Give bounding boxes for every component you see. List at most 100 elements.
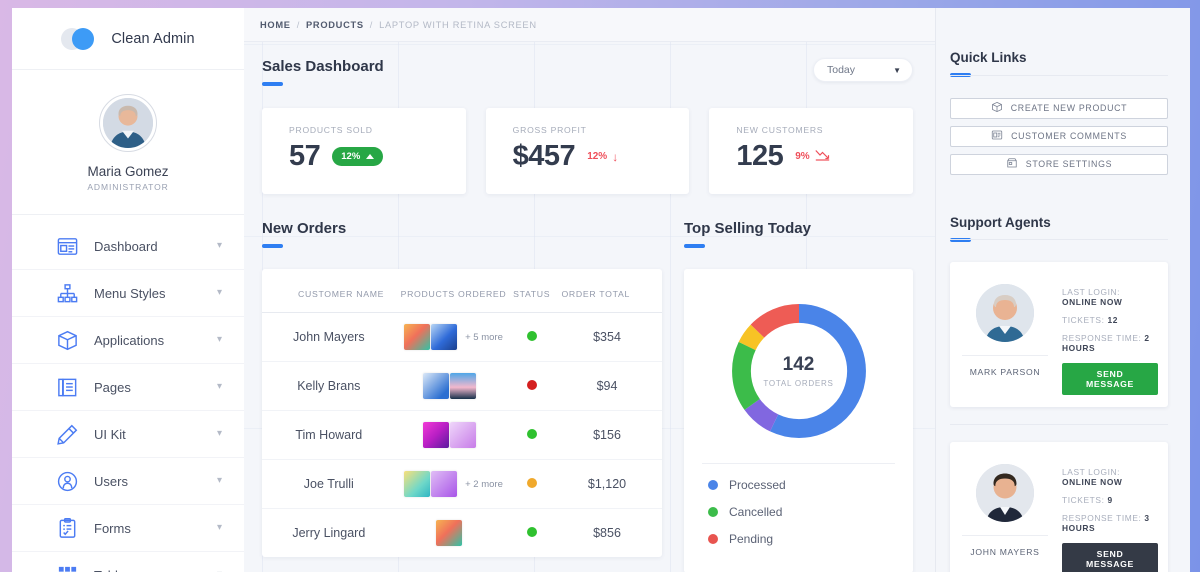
dashboard-body: Sales Dashboard Today ▼ PRODUCTS SOLD 57…: [244, 42, 935, 572]
column-header-customer: CUSTOMER NAME: [262, 269, 396, 313]
arrow-down-icon: ↓: [612, 149, 619, 164]
legend-label: Pending: [729, 532, 774, 546]
sidebar-item-dashboard[interactable]: Dashboard ▾: [12, 223, 244, 270]
title-underline: [684, 244, 705, 248]
legend-dot: [708, 480, 718, 490]
left-sidebar: Clean Admin Maria Gomez ADMINISTRATOR Da…: [12, 8, 244, 572]
sidebar-item-pages[interactable]: Pages ▾: [12, 364, 244, 411]
period-select-value: Today: [827, 64, 856, 76]
divider: [950, 239, 1168, 240]
kpi-delta: 12%: [341, 151, 361, 162]
column-header-status: STATUS: [511, 269, 553, 313]
agent-response-time-line: RESPONSE TIME: 2 HOURS: [1062, 333, 1158, 353]
table-header-row: CUSTOMER NAME PRODUCTS ORDERED STATUS OR…: [262, 269, 662, 313]
create-new-product-button[interactable]: CREATE NEW PRODUCT: [950, 97, 1168, 119]
chevron-down-icon: ▾: [216, 240, 222, 251]
send-message-button[interactable]: SEND MESSAGE: [1062, 543, 1158, 572]
send-message-button[interactable]: SEND MESSAGE: [1062, 363, 1158, 395]
cell-total: $1,120: [552, 459, 662, 509]
total-orders-label: TOTAL ORDERS: [763, 379, 834, 388]
sidebar-item-menu-styles[interactable]: Menu Styles ▾: [12, 270, 244, 317]
table-row[interactable]: John Mayers + 5 more $354: [262, 312, 662, 362]
sidebar-item-label: Pages: [94, 379, 131, 395]
agent-photo-box: JOHN MAYERS: [962, 454, 1048, 557]
chevron-down-icon: ▼: [893, 65, 901, 75]
customer-comments-button[interactable]: CUSTOMER COMMENTS: [950, 125, 1168, 147]
top-selling-title: Top Selling Today: [684, 220, 811, 237]
sidebar-item-tables[interactable]: Tables ▾: [12, 552, 244, 572]
cell-status: [511, 459, 553, 509]
response-time-label: RESPONSE TIME:: [1062, 513, 1142, 523]
quick-links-section: Quick Links CREATE NEW PRODUCT CUSTOMER …: [950, 50, 1168, 175]
box-icon: [991, 101, 1003, 115]
kpi-label: GROSS PROFIT: [512, 125, 587, 135]
period-select[interactable]: Today ▼: [813, 58, 913, 82]
sidebar-item-forms[interactable]: Forms ▾: [12, 505, 244, 552]
table-row[interactable]: Kelly Brans $94: [262, 361, 662, 411]
user-avatar-icon: [976, 464, 1034, 522]
brand-header[interactable]: Clean Admin: [12, 8, 244, 70]
dashboard-icon: [54, 233, 80, 259]
agent-card-mark-parson: MARK PARSON LAST LOGIN: ONLINE NOW TICKE…: [950, 262, 1168, 407]
agent-info: LAST LOGIN: ONLINE NOW TICKETS: 12 RESPO…: [1062, 274, 1158, 395]
last-login-value: ONLINE NOW: [1062, 297, 1123, 307]
cell-status: [511, 312, 553, 362]
sidebar-item-applications[interactable]: Applications ▾: [12, 317, 244, 364]
agent-tickets-line: TICKETS: 12: [1062, 315, 1158, 325]
cell-products: [396, 509, 512, 558]
product-thumbnail: [422, 373, 449, 399]
kpi-card-products-sold: PRODUCTS SOLD 57 12%: [262, 108, 466, 194]
agent-last-login-line: LAST LOGIN: ONLINE NOW: [1062, 287, 1158, 307]
status-dot: [526, 380, 537, 390]
box-icon: [54, 327, 80, 353]
breadcrumb-separator: /: [296, 19, 300, 30]
breadcrumb-home[interactable]: HOME: [260, 20, 291, 30]
total-orders-value: 142: [782, 354, 815, 375]
new-orders-title: New Orders: [262, 220, 347, 237]
sidebar-item-ui-kit[interactable]: UI Kit ▾: [12, 411, 244, 458]
table-row[interactable]: Joe Trulli + 2 more $1,120: [262, 459, 662, 509]
status-badge: 12%: [332, 147, 384, 166]
cell-customer: Joe Trulli: [262, 459, 396, 509]
cell-total: $94: [552, 361, 662, 411]
store-settings-button[interactable]: STORE SETTINGS: [950, 153, 1168, 175]
kpi-value: 125: [736, 140, 784, 172]
status-dot: [526, 331, 537, 341]
sidebar-item-users[interactable]: Users ▾: [12, 458, 244, 505]
kpi-value: 57: [289, 140, 321, 172]
agent-card-john-mayers: JOHN MAYERS LAST LOGIN: ONLINE NOW TICKE…: [950, 442, 1168, 572]
product-thumbnail: [449, 373, 476, 399]
kpi-cards: PRODUCTS SOLD 57 12% GROSS PROFIT $457 1…: [262, 108, 914, 194]
breadcrumb-products[interactable]: PRODUCTS: [306, 20, 364, 30]
store-icon: [1006, 157, 1018, 171]
top-selling-section: Top Selling Today 142 TOTAL ORDERS Proce…: [684, 220, 913, 572]
kpi-label: PRODUCTS SOLD: [289, 125, 373, 135]
table-row[interactable]: Jerry Lingard $856: [262, 509, 662, 558]
status-dot: [526, 429, 537, 439]
avatar[interactable]: [99, 94, 157, 152]
legend-label: Cancelled: [729, 505, 783, 519]
cell-products: [395, 410, 512, 460]
quick-links-title: Quick Links: [950, 50, 1027, 65]
product-thumbnail: [436, 520, 463, 546]
chevron-down-icon: ▾: [216, 381, 222, 392]
cell-customer: Jerry Lingard: [292, 526, 366, 540]
donut-legend: Processed Cancelled Pending: [702, 463, 895, 546]
more-count: + 2 more: [465, 478, 503, 490]
column-header-products: PRODUCTS ORDERED: [395, 269, 512, 313]
cell-products: [395, 361, 512, 411]
sidebar-nav: Dashboard ▾ Menu Styles ▾ Applications ▾…: [12, 215, 244, 572]
tickets-value: 12: [1107, 315, 1118, 325]
lower-sections: New Orders CUSTOMER NAME PRODUCTS ORDERE…: [262, 220, 913, 572]
cell-customer: John Mayers: [262, 312, 396, 362]
table-row[interactable]: Tim Howard $156: [262, 410, 662, 460]
chevron-down-icon: ▾: [216, 287, 222, 298]
main-content: HOME / PRODUCTS / LAPTOP WITH RETINA SCR…: [244, 8, 935, 572]
brand-name: Clean Admin: [111, 30, 195, 47]
title-underline: [262, 82, 283, 86]
cell-total: $156: [552, 410, 662, 460]
grid-icon: [54, 562, 80, 572]
legend-dot: [708, 534, 718, 544]
arrow-up-icon: [366, 154, 375, 159]
donut-center-label: 142 TOTAL ORDERS: [723, 295, 875, 447]
